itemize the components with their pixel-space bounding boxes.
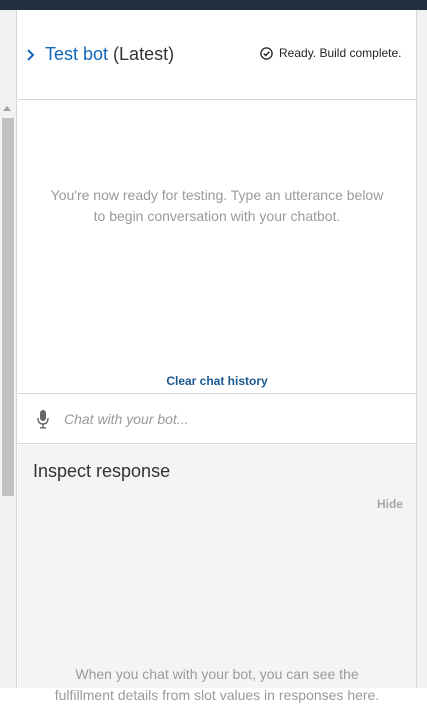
top-navigation-bar <box>0 0 427 10</box>
scroll-up-arrow-icon[interactable] <box>3 106 11 111</box>
build-status-text: Ready. Build complete. <box>279 46 402 60</box>
version-label: (Latest) <box>108 44 175 64</box>
chat-conversation-area: You're now ready for testing. Type an ut… <box>18 101 416 394</box>
inspect-hint: When you chat with your bot, you can see… <box>18 664 416 706</box>
chevron-right-icon[interactable] <box>24 48 38 62</box>
empty-chat-line-2: to begin conversation with your chatbot. <box>93 208 341 224</box>
build-status: Ready. Build complete. <box>260 46 402 60</box>
chat-input[interactable] <box>64 407 404 431</box>
empty-chat-message: You're now ready for testing. Type an ut… <box>18 185 416 227</box>
main-content-scrollbar[interactable] <box>0 10 17 688</box>
inspect-response-title: Inspect response <box>33 461 171 481</box>
chat-input-row <box>18 395 416 444</box>
check-circle-icon <box>260 46 273 60</box>
microphone-icon[interactable] <box>37 409 49 429</box>
inspect-response-section: Inspect response Hide When you chat with… <box>18 445 416 703</box>
inspect-hint-line-2: fulfillment details from slot values in … <box>54 687 380 703</box>
test-bot-panel: Test bot (Latest) Ready. Build complete.… <box>18 10 416 703</box>
scrollbar-thumb[interactable] <box>2 118 14 496</box>
empty-chat-line-1: You're now ready for testing. Type an ut… <box>50 187 384 203</box>
test-bot-link[interactable]: Test bot <box>45 44 108 64</box>
inspect-hint-line-1: When you chat with your bot, you can see… <box>75 666 359 682</box>
panel-title: Test bot (Latest) <box>45 44 174 65</box>
test-bot-header: Test bot (Latest) Ready. Build complete. <box>18 10 416 100</box>
clear-chat-history-link[interactable]: Clear chat history <box>18 374 416 388</box>
hide-inspect-link[interactable]: Hide <box>377 497 403 511</box>
panel-right-edge <box>416 10 427 688</box>
